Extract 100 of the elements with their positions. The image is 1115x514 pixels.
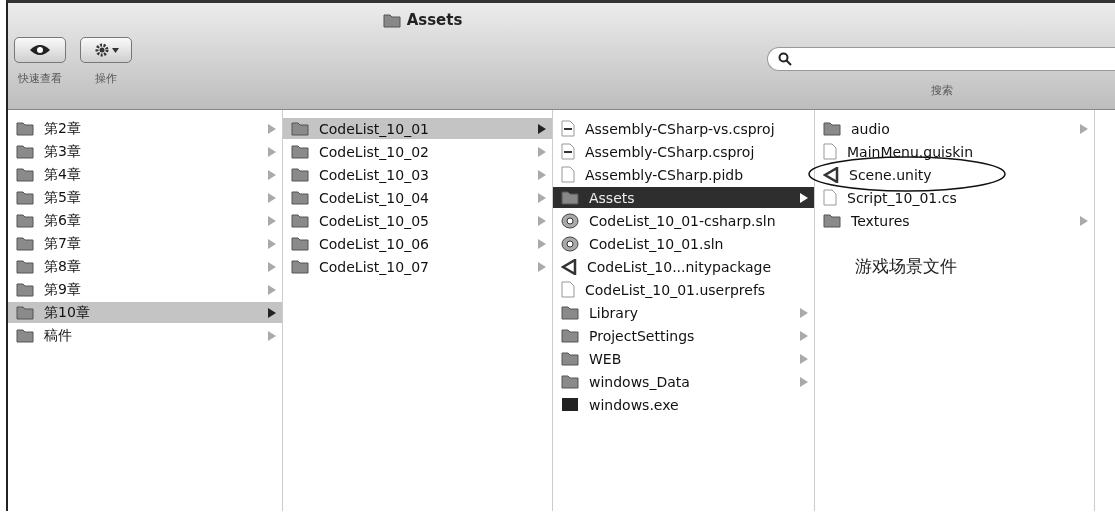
disclosure-arrow-icon bbox=[268, 261, 276, 272]
file-item[interactable]: CodeList_10_01-csharp.sln bbox=[553, 210, 814, 231]
action-button[interactable] bbox=[80, 37, 132, 63]
file-name: audio bbox=[851, 120, 891, 137]
file-item[interactable]: Assembly-CSharp.pidb bbox=[553, 164, 814, 185]
file-item[interactable]: CodeList_10_03 bbox=[283, 164, 552, 185]
file-name: 第6章 bbox=[44, 211, 82, 230]
file-name: Assembly-CSharp.pidb bbox=[585, 166, 745, 183]
toolbar-label: 操作 bbox=[95, 71, 117, 86]
file-name: 第2章 bbox=[44, 119, 82, 138]
file-name: MainMenu.guiskin bbox=[847, 143, 975, 160]
folder-icon bbox=[16, 259, 34, 274]
caret-icon bbox=[111, 47, 119, 53]
file-item[interactable]: 稿件 bbox=[8, 325, 282, 346]
file-name: 第7章 bbox=[44, 234, 82, 253]
file-item[interactable]: 第7章 bbox=[8, 233, 282, 254]
file-item[interactable]: CodeList_10_01.userprefs bbox=[553, 279, 814, 300]
file-item[interactable]: CodeList_10_07 bbox=[283, 256, 552, 277]
file-name: Script_10_01.cs bbox=[847, 189, 958, 206]
folder-icon bbox=[291, 167, 309, 182]
file-item[interactable]: MainMenu.guiskin bbox=[815, 141, 1094, 162]
disclosure-arrow-icon bbox=[800, 376, 808, 387]
disclosure-arrow-icon bbox=[268, 284, 276, 295]
disclosure-arrow-icon bbox=[800, 192, 808, 203]
file-item[interactable]: Assembly-CSharp.csproj bbox=[553, 141, 814, 162]
disclosure-arrow-icon bbox=[538, 169, 546, 180]
file-name: 第5章 bbox=[44, 188, 82, 207]
file-item[interactable]: windows.exe bbox=[553, 394, 814, 415]
file-item[interactable]: Assembly-CSharp-vs.csproj bbox=[553, 118, 814, 139]
folder-icon bbox=[561, 351, 579, 366]
search-field[interactable] bbox=[767, 47, 1115, 71]
folder-icon bbox=[823, 213, 841, 228]
disclosure-arrow-icon bbox=[800, 330, 808, 341]
file-name: CodeList_10_03 bbox=[319, 166, 430, 183]
folder-icon bbox=[823, 121, 841, 136]
folder-icon bbox=[291, 259, 309, 274]
file-name: CodeList_10...nitypackage bbox=[587, 258, 773, 275]
file-item[interactable]: 第3章 bbox=[8, 141, 282, 162]
document-icon bbox=[561, 120, 575, 137]
disclosure-arrow-icon bbox=[268, 215, 276, 226]
window-title: Assets bbox=[406, 11, 463, 29]
file-name: 第8章 bbox=[44, 257, 82, 276]
file-item[interactable]: 第2章 bbox=[8, 118, 282, 139]
file-name: 第4章 bbox=[44, 165, 82, 184]
file-name: Textures bbox=[851, 212, 911, 229]
folder-icon bbox=[16, 190, 34, 205]
disclosure-arrow-icon bbox=[268, 238, 276, 249]
disclosure-arrow-icon bbox=[268, 146, 276, 157]
file-name: CodeList_10_01-csharp.sln bbox=[589, 212, 777, 229]
file-name: CodeList_10_02 bbox=[319, 143, 430, 160]
file-item[interactable]: WEB bbox=[553, 348, 814, 369]
disclosure-arrow-icon bbox=[800, 307, 808, 318]
disclosure-arrow-icon bbox=[268, 330, 276, 341]
toolbar-label: 快速查看 bbox=[18, 71, 62, 86]
file-item[interactable]: CodeList_10_05 bbox=[283, 210, 552, 231]
file-name: 稿件 bbox=[44, 326, 73, 345]
file-item[interactable]: CodeList_10_02 bbox=[283, 141, 552, 162]
file-name: 第10章 bbox=[44, 303, 91, 322]
file-item[interactable]: 第5章 bbox=[8, 187, 282, 208]
disclosure-arrow-icon bbox=[800, 353, 808, 364]
file-name: CodeList_10_01 bbox=[319, 120, 430, 137]
file-item[interactable]: Assets bbox=[553, 187, 814, 208]
file-name: windows_Data bbox=[589, 373, 691, 390]
file-item[interactable]: 第9章 bbox=[8, 279, 282, 300]
file-item[interactable]: audio bbox=[815, 118, 1094, 139]
file-item[interactable]: windows_Data bbox=[553, 371, 814, 392]
gear-icon bbox=[93, 42, 110, 58]
toolbar-label: 搜索 bbox=[931, 83, 953, 98]
solution-icon bbox=[561, 235, 579, 252]
file-name: Assembly-CSharp-vs.csproj bbox=[585, 120, 776, 137]
folder-icon bbox=[16, 167, 34, 182]
disclosure-arrow-icon bbox=[1080, 123, 1088, 134]
file-item[interactable]: CodeList_10...nitypackage bbox=[553, 256, 814, 277]
disclosure-arrow-icon bbox=[538, 192, 546, 203]
file-item[interactable]: Scene.unity bbox=[815, 164, 1094, 185]
file-name: CodeList_10_06 bbox=[319, 235, 430, 252]
file-item[interactable]: 第4章 bbox=[8, 164, 282, 185]
file-item[interactable]: CodeList_10_01 bbox=[283, 118, 552, 139]
file-item[interactable]: 第8章 bbox=[8, 256, 282, 277]
disclosure-arrow-icon bbox=[268, 192, 276, 203]
file-item[interactable]: ProjectSettings bbox=[553, 325, 814, 346]
file-name: 第9章 bbox=[44, 280, 82, 299]
quick-look-button[interactable] bbox=[14, 37, 66, 63]
file-item[interactable]: Textures bbox=[815, 210, 1094, 231]
file-item[interactable]: 第6章 bbox=[8, 210, 282, 231]
folder-icon bbox=[16, 213, 34, 228]
document-icon bbox=[823, 143, 837, 160]
file-item[interactable]: CodeList_10_01.sln bbox=[553, 233, 814, 254]
file-item[interactable]: 第10章 bbox=[8, 302, 282, 323]
file-name: Scene.unity bbox=[849, 166, 933, 183]
eye-icon bbox=[29, 44, 51, 56]
disclosure-arrow-icon bbox=[538, 238, 546, 249]
file-item[interactable]: CodeList_10_04 bbox=[283, 187, 552, 208]
folder-icon bbox=[561, 305, 579, 320]
file-name: CodeList_10_01.userprefs bbox=[585, 281, 767, 298]
file-item[interactable]: Library bbox=[553, 302, 814, 323]
document-icon bbox=[561, 166, 575, 183]
application-icon bbox=[561, 397, 579, 412]
file-item[interactable]: CodeList_10_06 bbox=[283, 233, 552, 254]
file-item[interactable]: Script_10_01.cs bbox=[815, 187, 1094, 208]
